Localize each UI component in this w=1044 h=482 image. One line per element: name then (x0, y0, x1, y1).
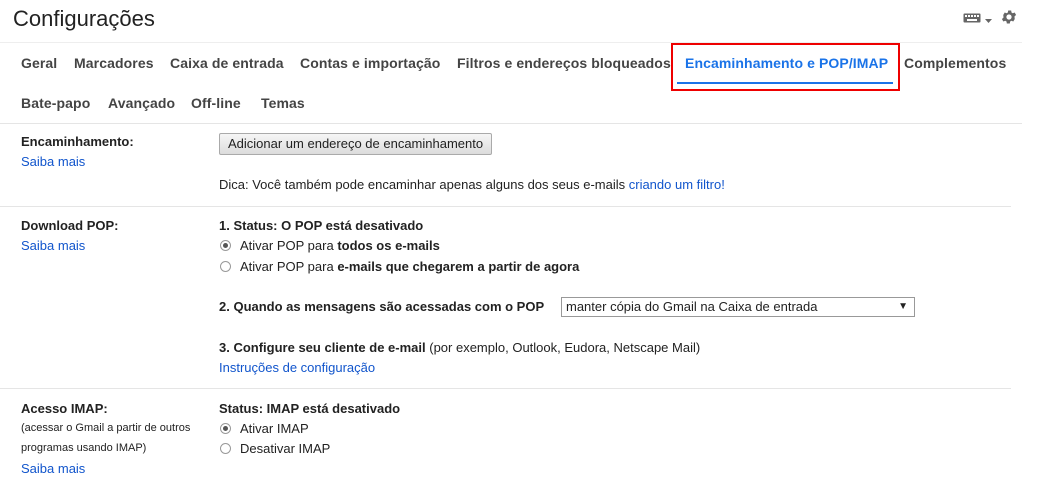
top-icons (963, 8, 1018, 31)
tab-inbox[interactable]: Caixa de entrada (170, 55, 284, 71)
keyboard-icon[interactable] (963, 11, 981, 29)
pop-when-accessed-label: 2. Quando as mensagens são acessadas com… (219, 299, 545, 314)
tab-general[interactable]: Geral (21, 55, 57, 71)
pop-status: 1. Status: O POP está desativado (219, 218, 424, 233)
pop-option-all-prefix: Ativar POP para (240, 238, 338, 253)
tab-chat[interactable]: Bate-papo (21, 95, 90, 111)
pop-all-mail-radio[interactable] (220, 240, 231, 251)
section-divider (0, 206, 1011, 207)
pop-configure-bold: 3. Configure seu cliente de e-mail (219, 340, 426, 355)
imap-sub-line-2: programas usando IMAP) (21, 442, 147, 454)
configuration-instructions-link[interactable]: Instruções de configuração (219, 360, 375, 375)
scrollbar[interactable] (1022, 0, 1044, 482)
pop-option-from-now-bold: e-mails que chegarem a partir de agora (337, 259, 580, 274)
dropdown-arrow-icon: ▼ (898, 301, 908, 312)
imap-disable-label[interactable]: Desativar IMAP (240, 441, 330, 456)
forwarding-label: Encaminhamento: (21, 134, 134, 149)
imap-learn-more-link[interactable]: Saiba mais (21, 461, 85, 476)
pop-option-from-now[interactable]: Ativar POP para e-mails que chegarem a p… (240, 259, 579, 274)
settings-tabs: Geral Marcadores Caixa de entrada Contas… (0, 42, 1022, 124)
pop-action-select[interactable]: manter cópia do Gmail na Caixa de entrad… (561, 297, 915, 317)
pop-option-from-now-prefix: Ativar POP para (240, 259, 338, 274)
pop-configure-rest: (por exemplo, Outlook, Eudora, Netscape … (425, 340, 701, 355)
pop-learn-more-link[interactable]: Saiba mais (21, 238, 85, 253)
tab-accounts[interactable]: Contas e importação (300, 55, 440, 71)
highlight-box (671, 43, 900, 91)
section-divider (0, 388, 1011, 389)
imap-disable-radio[interactable] (220, 443, 231, 454)
tab-labels[interactable]: Marcadores (74, 55, 154, 71)
tab-addons[interactable]: Complementos (904, 55, 1006, 71)
tab-advanced[interactable]: Avançado (108, 95, 175, 111)
forwarding-learn-more-link[interactable]: Saiba mais (21, 154, 85, 169)
pop-action-select-value: manter cópia do Gmail na Caixa de entrad… (566, 299, 818, 314)
chevron-down-icon[interactable] (985, 11, 992, 29)
pop-from-now-radio[interactable] (220, 261, 231, 272)
imap-sub-line-1: (acessar o Gmail a partir de outros (21, 422, 191, 434)
imap-label: Acesso IMAP: (21, 401, 108, 416)
forwarding-tip-text: Dica: Você também pode encaminhar apenas… (219, 177, 629, 192)
tab-themes[interactable]: Temas (261, 95, 305, 111)
create-filter-link[interactable]: criando um filtro! (629, 177, 725, 192)
forwarding-tip: Dica: Você também pode encaminhar apenas… (219, 177, 725, 192)
pop-option-all-bold: todos os e-mails (337, 238, 440, 253)
gear-icon[interactable] (1000, 8, 1018, 31)
imap-status: Status: IMAP está desativado (219, 401, 401, 416)
tab-offline[interactable]: Off-line (191, 95, 241, 111)
pop-label: Download POP: (21, 218, 119, 233)
page-title: Configurações (13, 6, 155, 31)
pop-option-all[interactable]: Ativar POP para todos os e-mails (240, 238, 440, 253)
pop-configure-client: 3. Configure seu cliente de e-mail (por … (219, 340, 700, 355)
tab-filters[interactable]: Filtros e endereços bloqueados (457, 55, 671, 71)
imap-enable-radio[interactable] (220, 423, 231, 434)
add-forwarding-address-button[interactable]: Adicionar um endereço de encaminhamento (219, 133, 493, 155)
imap-enable-label[interactable]: Ativar IMAP (240, 421, 309, 436)
